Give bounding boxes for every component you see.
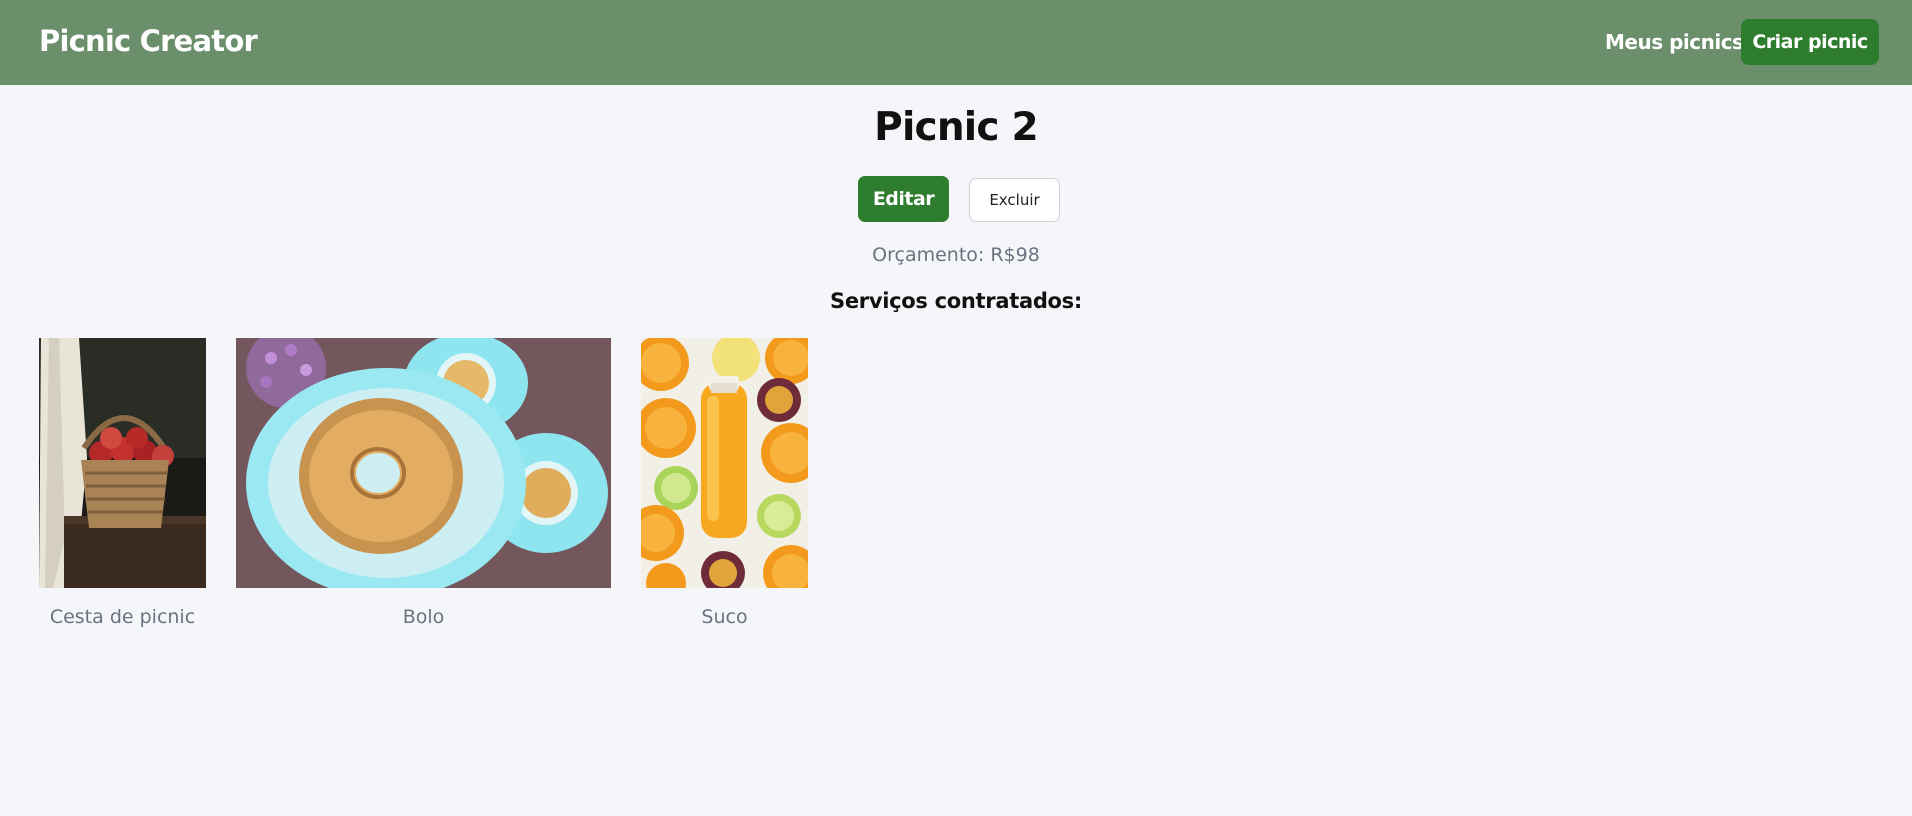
cake-image [236, 338, 611, 588]
service-name: Cesta de picnic [49, 606, 196, 628]
brand-logo[interactable]: Picnic Creator [39, 24, 258, 58]
service-name: Bolo [402, 606, 445, 628]
service-card-juice[interactable]: Suco [641, 338, 808, 628]
edit-button[interactable]: Editar [858, 176, 949, 222]
my-picnics-link[interactable]: Meus picnics [1605, 30, 1744, 54]
services-heading: Serviços contratados: [830, 289, 1082, 313]
service-name: Suco [701, 606, 748, 628]
page-title: Picnic 2 [874, 105, 1038, 150]
create-picnic-button[interactable]: Criar picnic [1741, 19, 1879, 65]
basket-image [39, 338, 206, 588]
budget-text: Orçamento: R$98 [872, 244, 1040, 266]
top-navbar: Picnic Creator Meus picnics Criar picnic [0, 0, 1912, 85]
juice-image [641, 338, 808, 588]
delete-button[interactable]: Excluir [969, 178, 1060, 222]
service-card-cake[interactable]: Bolo [236, 338, 611, 628]
service-card-basket[interactable]: Cesta de picnic [39, 338, 206, 628]
